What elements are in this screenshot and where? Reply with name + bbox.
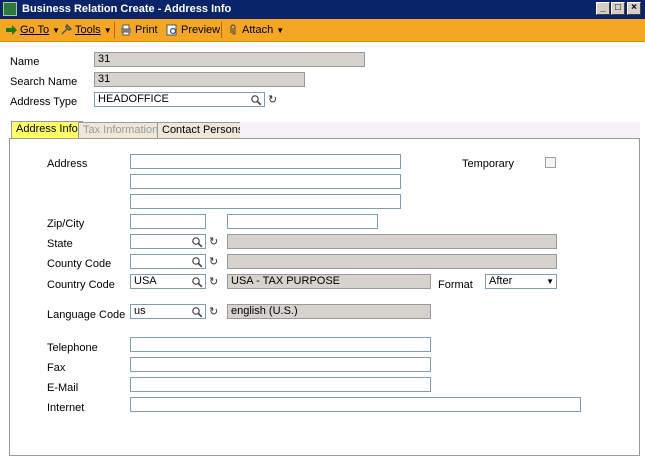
county-code-label: County Code — [47, 258, 112, 270]
telephone-field[interactable] — [130, 337, 431, 352]
attach-menu[interactable]: Attach ▼ — [227, 23, 284, 37]
chevron-down-icon: ▼ — [276, 26, 285, 35]
format-select[interactable]: After ▼ — [485, 274, 557, 289]
fax-label: Fax — [47, 362, 66, 374]
tab-contact-persons[interactable]: Contact Persons — [157, 122, 249, 138]
country-description: USA - TAX PURPOSE — [227, 274, 431, 289]
format-label: Format — [438, 279, 473, 291]
chevron-down-icon: ▼ — [103, 26, 112, 35]
language-code-field[interactable]: us — [130, 304, 206, 319]
title-bar: Business Relation Create - Address Info … — [0, 0, 645, 19]
refresh-icon[interactable]: ↻ — [268, 94, 278, 106]
goto-label: Go To — [20, 24, 50, 36]
paperclip-icon — [230, 24, 236, 35]
county-description — [227, 254, 557, 269]
address-type-field[interactable]: HEADOFFICE — [94, 92, 265, 107]
refresh-icon[interactable]: ↻ — [209, 236, 219, 248]
chevron-down-icon: ▼ — [52, 26, 61, 35]
address-line-1-field[interactable] — [130, 154, 401, 169]
tab-address-info[interactable]: Address Info — [11, 121, 83, 139]
maximize-icon[interactable]: □ — [611, 2, 625, 15]
print-label: Print — [135, 24, 158, 36]
address-type-label: Address Type — [10, 96, 78, 108]
window-title: Business Relation Create - Address Info — [22, 3, 232, 15]
country-code-value: USA — [134, 275, 157, 287]
chevron-down-icon: ▼ — [546, 277, 554, 286]
name-label: Name — [10, 56, 40, 68]
refresh-icon[interactable]: ↻ — [209, 306, 219, 318]
temporary-label: Temporary — [462, 158, 514, 170]
minimize-icon[interactable]: _ — [596, 2, 610, 15]
print-icon — [121, 24, 131, 36]
refresh-icon[interactable]: ↻ — [209, 276, 219, 288]
email-label: E-Mail — [47, 382, 79, 394]
address-line-2-field[interactable] — [130, 174, 401, 189]
tools-icon — [61, 24, 72, 35]
lookup-icon[interactable] — [190, 276, 204, 289]
temporary-checkbox[interactable] — [545, 157, 556, 168]
county-code-field[interactable] — [130, 254, 206, 269]
search-name-label: Search Name — [10, 76, 78, 88]
zipcity-label: Zip/City — [47, 218, 85, 230]
telephone-label: Telephone — [47, 342, 98, 354]
language-description: english (U.S.) — [227, 304, 431, 319]
address-label: Address — [47, 158, 88, 170]
attach-label: Attach — [242, 24, 274, 36]
print-button[interactable]: Print — [120, 23, 158, 37]
preview-label: Preview — [181, 24, 221, 36]
preview-button[interactable]: Preview — [166, 23, 220, 37]
lookup-icon[interactable] — [190, 306, 204, 319]
country-code-field[interactable]: USA — [130, 274, 206, 289]
state-field[interactable] — [130, 234, 206, 249]
city-field[interactable] — [227, 214, 378, 229]
language-code-value: us — [134, 305, 146, 317]
state-label: State — [47, 238, 73, 250]
internet-field[interactable] — [130, 397, 581, 412]
refresh-icon[interactable]: ↻ — [209, 256, 219, 268]
zip-field[interactable] — [130, 214, 206, 229]
tools-menu[interactable]: Tools ▼ — [60, 23, 112, 37]
search-name-field[interactable]: 31 — [94, 72, 305, 87]
address-line-3-field[interactable] — [130, 194, 401, 209]
format-value: After — [489, 275, 513, 287]
lookup-icon[interactable] — [190, 256, 204, 269]
internet-label: Internet — [47, 402, 85, 414]
language-code-label: Language Code — [47, 309, 126, 321]
toolbar-separator — [114, 22, 115, 38]
country-code-label: Country Code — [47, 279, 115, 291]
preview-icon — [166, 24, 177, 36]
goto-menu[interactable]: Go To ▼ — [5, 23, 60, 37]
tab-tax-information[interactable]: Tax Information — [78, 122, 164, 138]
toolbar-separator — [221, 22, 222, 38]
toolbar: Go To ▼ Tools ▼ Print Preview Attach ▼ — [0, 19, 645, 42]
tools-label: Tools — [75, 24, 101, 36]
address-type-value: HEADOFFICE — [98, 93, 169, 105]
lookup-icon[interactable] — [190, 236, 204, 249]
lookup-icon[interactable] — [249, 94, 263, 107]
goto-arrow-icon — [6, 25, 17, 36]
email-field[interactable] — [130, 377, 431, 392]
name-field[interactable]: 31 — [94, 52, 365, 67]
tab-strip-fill — [240, 122, 640, 138]
app-logo-icon — [3, 2, 17, 16]
fax-field[interactable] — [130, 357, 431, 372]
state-description — [227, 234, 557, 249]
close-icon[interactable]: × — [627, 2, 641, 15]
